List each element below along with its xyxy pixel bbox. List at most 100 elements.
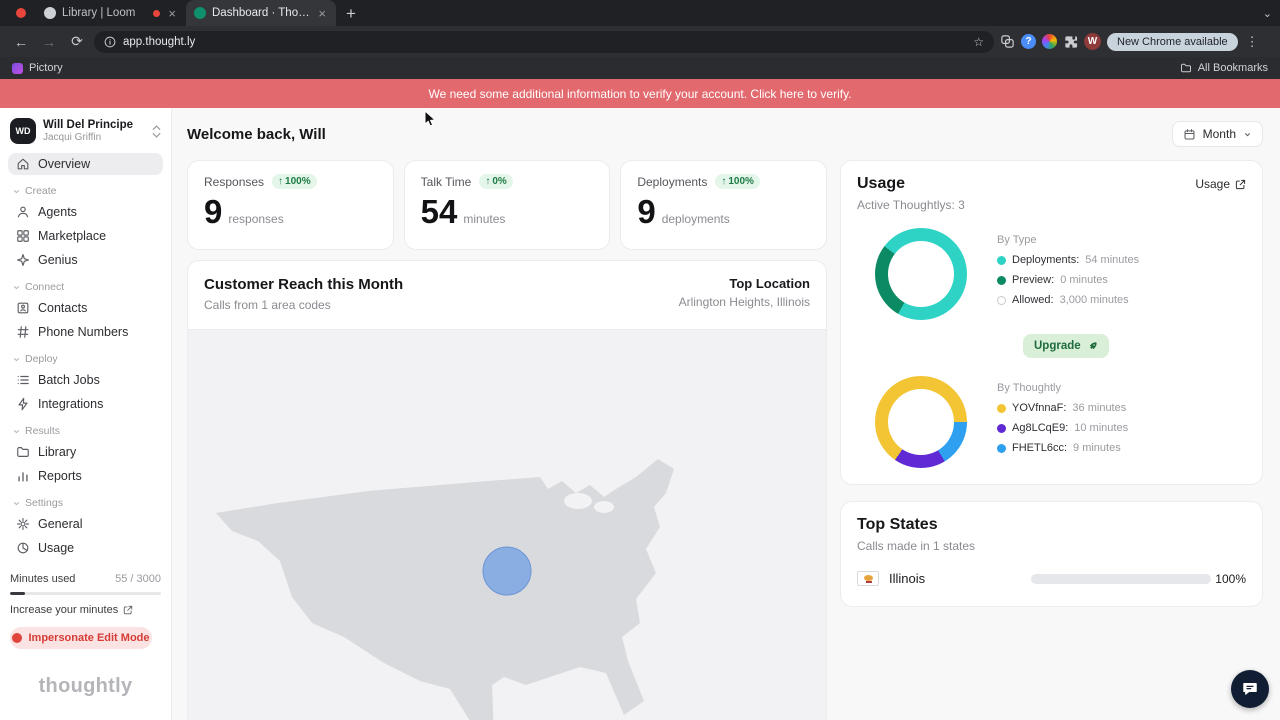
site-info-icon[interactable] bbox=[104, 36, 116, 48]
sidebar-section-settings[interactable]: Settings bbox=[12, 497, 159, 509]
bookmarks-bar: Pictory All Bookmarks bbox=[0, 57, 1280, 79]
period-selector[interactable]: Month bbox=[1171, 121, 1263, 147]
sidebar-item-label: Integrations bbox=[38, 397, 104, 411]
sidebar-item-agents[interactable]: Agents bbox=[8, 201, 163, 223]
customer-reach-card: Customer Reach this Month Calls from 1 a… bbox=[187, 260, 827, 720]
bookmark-star-icon[interactable]: ☆ bbox=[973, 35, 984, 49]
chevron-down-icon bbox=[13, 501, 20, 505]
browser-tab-strip: Library | Loom × Dashboard · Thoughtly ×… bbox=[0, 0, 1280, 26]
folder-icon bbox=[17, 447, 29, 457]
forward-button[interactable]: → bbox=[38, 31, 60, 53]
chat-launcher[interactable] bbox=[1231, 670, 1269, 708]
all-bookmarks-button[interactable]: All Bookmarks bbox=[1180, 62, 1268, 74]
legend-item: YOVfnnaF: 36 minutes bbox=[997, 402, 1246, 414]
tab-title: Library | Loom bbox=[62, 7, 136, 19]
stat-label: Responses bbox=[204, 174, 265, 189]
usage-link[interactable]: Usage bbox=[1195, 177, 1246, 191]
trend-badge: ↑ 0% bbox=[479, 174, 513, 189]
sidebar-item-batch-jobs[interactable]: Batch Jobs bbox=[8, 369, 163, 391]
home-icon bbox=[17, 158, 29, 170]
minutes-progress-fill bbox=[10, 592, 26, 595]
thoughtly-favicon bbox=[194, 7, 206, 19]
stat-unit: deployments bbox=[661, 212, 730, 226]
sidebar-item-usage[interactable]: Usage bbox=[8, 537, 163, 559]
sidebar-item-label: Marketplace bbox=[38, 229, 107, 243]
colorful-extension-icon[interactable] bbox=[1042, 34, 1057, 49]
sidebar-item-general[interactable]: General bbox=[8, 513, 163, 535]
help-extension-icon[interactable]: ? bbox=[1021, 34, 1036, 49]
section-label: Create bbox=[25, 185, 57, 197]
browser-toolbar: ← → ⟳ app.thought.ly ☆ ? W New Chrome av… bbox=[0, 26, 1280, 57]
stat-value: 9 bbox=[204, 193, 223, 230]
section-label: Deploy bbox=[25, 353, 58, 365]
trend-up-icon: ↑ bbox=[278, 176, 284, 187]
area-code-bubble[interactable] bbox=[482, 546, 532, 596]
legend-item: Preview: 0 minutes bbox=[997, 274, 1246, 286]
chevron-down-icon bbox=[13, 285, 20, 289]
stat-label: Talk Time bbox=[420, 174, 472, 189]
sidebar-item-integrations[interactable]: Integrations bbox=[8, 393, 163, 415]
usage-title: Usage bbox=[857, 175, 906, 192]
impersonate-icon bbox=[12, 633, 23, 643]
sidebar-item-label: Overview bbox=[38, 157, 91, 171]
workspace-switcher[interactable]: WD Will Del Principe Jacqui Griffin bbox=[8, 114, 163, 152]
legend-item: Allowed: 3,000 minutes bbox=[997, 294, 1246, 306]
reload-button[interactable]: ⟳ bbox=[66, 31, 88, 53]
sidebar-item-contacts[interactable]: Contacts bbox=[8, 297, 163, 319]
sidebar-item-library[interactable]: Library bbox=[8, 441, 163, 463]
chrome-update-button[interactable]: New Chrome available bbox=[1107, 32, 1238, 51]
usage-link-label: Usage bbox=[1195, 177, 1230, 191]
trend-up-icon: ↑ bbox=[721, 176, 727, 187]
trend-value: 100% bbox=[285, 176, 311, 187]
sidebar-item-overview[interactable]: Overview bbox=[8, 153, 163, 175]
browser-menu-icon[interactable]: ⋮ bbox=[1244, 34, 1261, 50]
impersonate-edit-mode-button[interactable]: Impersonate Edit Mode bbox=[10, 627, 152, 649]
new-tab-button[interactable]: + bbox=[346, 5, 356, 22]
profile-avatar[interactable]: W bbox=[1084, 33, 1101, 50]
sidebar: WD Will Del Principe Jacqui Griffin Over… bbox=[0, 108, 172, 720]
trend-value: 100% bbox=[728, 176, 754, 187]
legend-value: 0 minutes bbox=[1060, 274, 1108, 286]
upgrade-label: Upgrade bbox=[1034, 340, 1081, 352]
legend-value: 9 minutes bbox=[1073, 442, 1121, 454]
sidebar-item-phone-numbers[interactable]: Phone Numbers bbox=[8, 321, 163, 343]
sidebar-item-label: Agents bbox=[38, 205, 77, 219]
sidebar-section-connect[interactable]: Connect bbox=[12, 281, 159, 293]
browser-tab-loom[interactable]: Library | Loom × bbox=[36, 0, 186, 26]
back-button[interactable]: ← bbox=[10, 31, 32, 53]
sidebar-section-deploy[interactable]: Deploy bbox=[12, 353, 159, 365]
sidebar-item-genius[interactable]: Genius bbox=[8, 249, 163, 271]
sidebar-section-create[interactable]: Create bbox=[12, 185, 159, 197]
legend-label: YOVfnnaF: bbox=[1012, 402, 1067, 414]
user-icon bbox=[17, 206, 29, 218]
tab-search-chevron-icon[interactable]: ⌄ bbox=[1263, 7, 1272, 20]
legend-value: 36 minutes bbox=[1072, 402, 1127, 414]
browser-tab-dashboard[interactable]: Dashboard · Thoughtly × bbox=[186, 0, 336, 26]
extensions-puzzle-icon[interactable] bbox=[1063, 34, 1078, 49]
sidebar-item-reports[interactable]: Reports bbox=[8, 465, 163, 487]
tab-groups-icon[interactable] bbox=[1000, 34, 1015, 49]
increase-minutes-link[interactable]: Increase your minutes bbox=[8, 604, 163, 616]
legend-item: Ag8LCqE9: 10 minutes bbox=[997, 422, 1246, 434]
top-states-title: Top States bbox=[857, 516, 938, 533]
usage-card: Usage Usage Active Thoughtlys: 3 By Type bbox=[840, 160, 1263, 485]
top-location-value: Arlington Heights, Illinois bbox=[678, 295, 810, 309]
user-avatar: WD bbox=[10, 118, 36, 144]
address-bar[interactable]: app.thought.ly ☆ bbox=[94, 30, 994, 53]
usage-subtitle: Active Thoughtlys: 3 bbox=[857, 198, 965, 212]
sidebar-item-marketplace[interactable]: Marketplace bbox=[8, 225, 163, 247]
legend-value: 54 minutes bbox=[1085, 254, 1140, 266]
upgrade-button[interactable]: Upgrade bbox=[1023, 334, 1109, 358]
legend-dot bbox=[997, 443, 1006, 453]
top-states-subtitle: Calls made in 1 states bbox=[857, 539, 976, 553]
verify-banner[interactable]: We need some additional information to v… bbox=[0, 79, 1280, 108]
tab-close-icon[interactable]: × bbox=[316, 7, 328, 20]
legend-label: Ag8LCqE9: bbox=[1012, 422, 1069, 434]
tab-close-icon[interactable]: × bbox=[166, 7, 178, 20]
browser-window: Library | Loom × Dashboard · Thoughtly ×… bbox=[0, 0, 1280, 720]
legend-dot bbox=[997, 275, 1006, 285]
sidebar-section-results[interactable]: Results bbox=[12, 425, 159, 437]
top-location-label: Top Location bbox=[729, 276, 810, 291]
external-link-icon bbox=[124, 605, 133, 615]
bookmark-pictory[interactable]: Pictory bbox=[29, 62, 63, 74]
